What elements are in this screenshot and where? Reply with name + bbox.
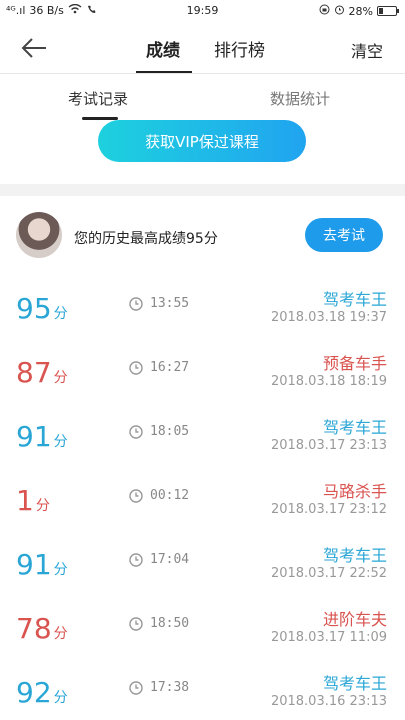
score-value: 78 [16, 612, 52, 645]
score: 78 分 [16, 612, 68, 645]
score-unit: 分 [53, 370, 68, 386]
list-item[interactable]: 1分 00:12 马路杀手 2018.03.17 23:12 [0, 464, 405, 528]
exam-date: 2018.03.18 19:37 [270, 310, 387, 325]
list-item[interactable]: 91 分 17:04 驾考车王 2018.03.17 22:52 [0, 528, 405, 592]
battery-icon [377, 6, 399, 16]
vip-course-button[interactable]: 获取VIP保过课程 [98, 120, 306, 162]
score-value: 1 [16, 484, 34, 517]
exam-duration: 16:27 [150, 360, 190, 375]
score: 87 分 [16, 356, 68, 389]
exam-duration: 00:12 [150, 488, 190, 503]
exam-duration: 18:05 [150, 424, 190, 439]
rank-title: 马路杀手 [322, 482, 387, 501]
score-unit: 分 [53, 690, 68, 706]
score: 91 分 [16, 548, 68, 581]
clock-icon [129, 553, 143, 567]
status-bar: ⁴ᴳ.ıl 36 B/s 19:59 28% [0, 0, 405, 22]
score-unit: 分 [53, 562, 68, 578]
take-exam-button[interactable]: 去考试 [305, 218, 383, 252]
exam-date: 2018.03.17 22:52 [270, 566, 387, 581]
clock-icon [129, 361, 143, 375]
exam-duration: 17:38 [150, 680, 190, 695]
clock-icon [129, 489, 143, 503]
score-unit: 分 [53, 306, 68, 322]
rank-title: 驾考车王 [322, 290, 387, 309]
score-unit: 分 [53, 626, 68, 642]
lock-rotation-icon [319, 4, 330, 18]
avatar [16, 212, 62, 258]
list-item[interactable]: 78 分 18:50 进阶车夫 2018.03.17 11:09 [0, 592, 405, 656]
exam-date: 2018.03.16 23:13 [270, 694, 387, 709]
exam-date: 2018.03.18 18:19 [270, 374, 387, 389]
clock-icon [129, 297, 143, 311]
sub-tabs: 考试记录 数据统计 [0, 74, 405, 120]
clear-button[interactable]: 清空 [351, 38, 383, 62]
rank-title: 预备车手 [322, 354, 387, 373]
rank-title: 驾考车王 [322, 546, 387, 565]
score: 1分 [16, 484, 50, 517]
exam-duration: 18:50 [150, 616, 190, 631]
exam-duration: 17:04 [150, 552, 190, 567]
rank-title: 驾考车王 [322, 674, 387, 693]
vip-section: 获取VIP保过课程 [0, 120, 405, 184]
tab-data-stats[interactable]: 数据统计 [270, 88, 330, 109]
score-unit: 分 [35, 498, 50, 514]
list-item[interactable]: 91 分 18:05 驾考车王 2018.03.17 23:13 [0, 400, 405, 464]
list-item[interactable]: 87 分 16:27 预备车手 2018.03.18 18:19 [0, 336, 405, 400]
score-value: 91 [16, 420, 52, 453]
score: 95 分 [16, 292, 68, 325]
rank-title: 进阶车夫 [322, 610, 387, 629]
alarm-icon [334, 4, 345, 18]
score: 92 分 [16, 676, 68, 709]
clock-icon [129, 425, 143, 439]
clock-icon [129, 681, 143, 695]
best-score-text: 您的历史最高成绩95分 [74, 231, 218, 247]
records-list: 95 分 13:55 驾考车王 2018.03.18 19:37 87 分 16:2… [0, 272, 405, 720]
back-button[interactable] [20, 36, 48, 60]
exam-date: 2018.03.17 23:12 [270, 502, 387, 517]
score: 91 分 [16, 420, 68, 453]
exam-duration: 13:55 [150, 296, 190, 311]
tab-exam-records[interactable]: 考试记录 [68, 88, 128, 109]
score-value: 91 [16, 548, 52, 581]
list-item[interactable]: 92 分 17:38 驾考车王 2018.03.16 23:13 [0, 656, 405, 720]
exam-date: 2018.03.17 11:09 [270, 630, 387, 645]
exam-date: 2018.03.17 23:13 [270, 438, 387, 453]
best-score-row: 您的历史最高成绩95分 去考试 [0, 196, 405, 272]
battery-percent: 28% [348, 4, 373, 18]
nav-bar: 成绩 排行榜 清空 [0, 22, 405, 74]
score-value: 92 [16, 676, 52, 709]
tab-ranking[interactable]: 排行榜 [214, 36, 265, 61]
score-value: 95 [16, 292, 52, 325]
arrow-left-icon [21, 38, 46, 58]
rank-title: 驾考车王 [322, 418, 387, 437]
score-unit: 分 [53, 434, 68, 450]
list-item[interactable]: 95 分 13:55 驾考车王 2018.03.18 19:37 [0, 272, 405, 336]
score-value: 87 [16, 356, 52, 389]
tab-score[interactable]: 成绩 [146, 36, 180, 61]
clock-icon [129, 617, 143, 631]
section-divider [0, 184, 405, 196]
